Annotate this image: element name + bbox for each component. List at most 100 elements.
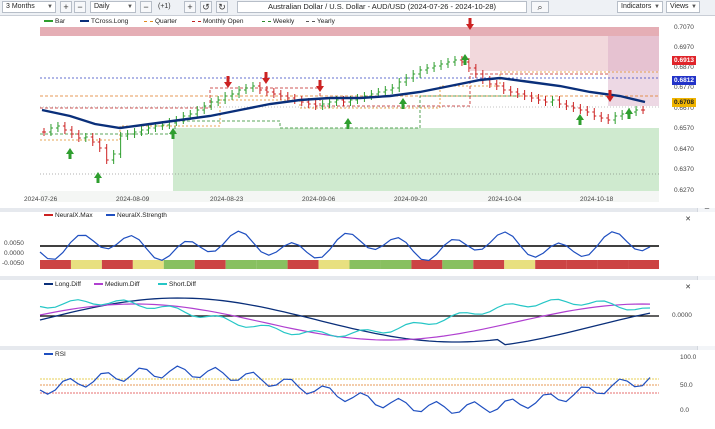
legend-medium-diff-label: Medium.Diff (105, 281, 140, 288)
step-up-button[interactable]: + (184, 1, 196, 13)
buy-arrow-icon (399, 98, 407, 109)
search-button[interactable]: ⌕ (531, 1, 549, 13)
legend-short-diff: Short.Diff (158, 281, 196, 289)
views-label: Views (670, 3, 689, 10)
neuralx-block (318, 260, 350, 269)
neuralx-block (225, 260, 257, 269)
legend-swatch (80, 20, 89, 23)
legend-weekly-label: Weekly (273, 18, 295, 25)
x-tick: 2024-10-18 (580, 196, 614, 203)
neuralx-block (411, 260, 443, 269)
price-chart[interactable] (0, 16, 697, 208)
price-tag-blue: 0.6812 (672, 76, 696, 85)
y-tick: 0.0000 (4, 250, 24, 257)
neuralx-block (349, 260, 381, 269)
legend-quarter-label: Quarter (155, 18, 178, 25)
y-tick: 0.0000 (672, 312, 692, 319)
legend-weekly: Weekly (262, 18, 294, 26)
legend-neuralx-strength: NeuralX.Strength (106, 212, 167, 220)
legend-bar: Bar (44, 18, 65, 26)
legend-rsi-label: RSI (55, 351, 66, 358)
x-tick: 2024-09-20 (394, 196, 428, 203)
close-icon[interactable]: ✕ (682, 282, 694, 293)
neuralx-block (163, 260, 195, 269)
legend-swatch (44, 20, 53, 23)
add-button[interactable]: + (60, 1, 72, 13)
price-tag-yellow: 0.6708 (672, 98, 696, 107)
symbol-title-text: Australian Dollar / U.S. Dollar - AUD/US… (267, 2, 496, 11)
legend-swatch (44, 353, 53, 356)
y-tick: 0.6370 (674, 166, 694, 173)
legend-yearly-label: Yearly (317, 18, 335, 25)
undo-button[interactable]: ↺ (200, 1, 212, 13)
rsi-chart[interactable] (0, 350, 697, 429)
neuralx-block (256, 260, 288, 269)
chevron-down-icon: ▼ (654, 4, 660, 10)
views-button[interactable]: Views ▼ (666, 1, 700, 13)
y-tick: 100.0 (680, 354, 697, 361)
redo-button[interactable]: ↻ (216, 1, 228, 13)
legend-swatch (106, 214, 115, 217)
x-tick: 2024-07-26 (24, 196, 58, 203)
buy-arrow-icon (576, 114, 584, 125)
neuralx-block (380, 260, 412, 269)
x-tick: 2024-09-06 (302, 196, 336, 203)
range-value: 3 Months (6, 3, 35, 10)
neuralx-chart[interactable] (0, 212, 697, 276)
legend-yearly: Yearly (306, 18, 335, 26)
y-tick: 0.6470 (674, 146, 694, 153)
legend-swatch (158, 283, 167, 286)
legend-quarter: Quarter (144, 18, 177, 26)
legend-swatch (192, 20, 201, 22)
neuralx-max-blocks (40, 260, 659, 269)
range-select[interactable]: 3 Months ▼ (2, 1, 56, 13)
rsi-panel: RSI 100.0 50.0 0.0 (0, 350, 715, 429)
toolbar: 3 Months ▼ + − Daily ▼ − (+1) + ↺ ↻ Austra… (0, 0, 715, 16)
remove-button[interactable]: − (74, 1, 86, 13)
diff-panel: Long.Diff Medium.Diff Short.Diff 0.0000 … (0, 280, 715, 346)
price-panel: Bar TCross.Long Quarter Monthly Open Wee… (0, 16, 715, 208)
offset-label: (+1) (158, 3, 171, 10)
legend-rsi: RSI (44, 351, 66, 359)
x-tick: 2024-08-23 (210, 196, 244, 203)
neuralx-panel: NeuralX.Max NeuralX.Strength 0.0050 0.00… (0, 212, 715, 276)
neuralx-block (70, 260, 102, 269)
neuralx-block (597, 260, 629, 269)
sell-arrow-icon (316, 80, 324, 92)
symbol-title[interactable]: Australian Dollar / U.S. Dollar - AUD/US… (237, 1, 527, 13)
legend-long-diff-label: Long.Diff (55, 281, 81, 288)
y-tick: 50.0 (680, 382, 693, 389)
buy-arrow-icon (344, 118, 352, 129)
neuralx-block (566, 260, 598, 269)
legend-swatch (44, 283, 53, 286)
y-tick: -0.0050 (2, 260, 25, 267)
diff-chart[interactable] (0, 280, 697, 346)
neuralx-block (101, 260, 133, 269)
legend-medium-diff: Medium.Diff (94, 281, 140, 289)
chevron-down-icon: ▼ (47, 4, 53, 10)
buy-arrow-icon (625, 108, 633, 119)
legend-neuralx-max: NeuralX.Max (44, 212, 93, 220)
legend-monthly-open-label: Monthly Open (203, 18, 244, 25)
y-tick: 0.6270 (674, 187, 694, 194)
neuralx-block (132, 260, 164, 269)
x-tick: 2024-08-09 (116, 196, 150, 203)
neuralx-block (194, 260, 226, 269)
rsi-line (39, 365, 651, 414)
sell-arrow-icon (262, 72, 270, 84)
search-icon: ⌕ (537, 2, 543, 12)
buy-arrow-icon (94, 172, 102, 183)
y-tick: 0.0050 (4, 240, 24, 247)
demand-zone (173, 128, 659, 191)
y-tick: 0.6970 (674, 44, 694, 51)
interval-select[interactable]: Daily ▼ (90, 1, 136, 13)
resistance-band (40, 27, 659, 36)
legend-swatch (94, 283, 103, 286)
legend-swatch (262, 20, 271, 22)
y-tick: 0.7070 (674, 24, 694, 31)
indicators-button[interactable]: Indicators ▼ (617, 1, 663, 13)
close-icon[interactable]: ✕ (682, 214, 694, 225)
chevron-down-icon: ▼ (691, 4, 697, 10)
interval-value: Daily (94, 3, 110, 10)
step-down-button[interactable]: − (140, 1, 152, 13)
